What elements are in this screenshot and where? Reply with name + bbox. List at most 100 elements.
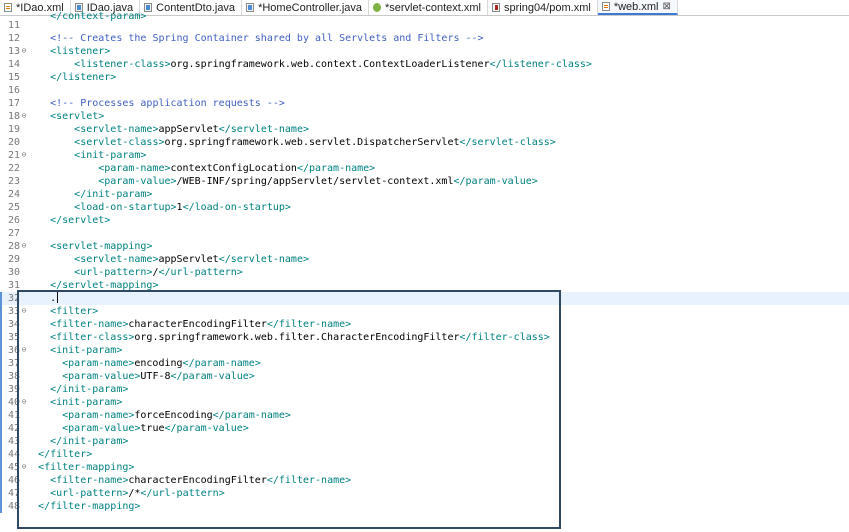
code-line[interactable]: 18 ⊖ <servlet>: [0, 110, 849, 123]
line-code: <param-name>encoding</param-name>: [26, 357, 261, 370]
line-number: 15: [7, 72, 20, 83]
code-line[interactable]: 33 ⊖ <filter>: [0, 305, 849, 318]
code-text: /WEB-INF/spring/appServlet/servlet-conte…: [176, 176, 454, 187]
code-line[interactable]: 29 <servlet-name>appServlet</servlet-nam…: [0, 253, 849, 266]
code-line[interactable]: 28 ⊖ <servlet-mapping>: [0, 240, 849, 253]
line-code: <url-pattern>/*</url-pattern>: [26, 487, 225, 500]
change-marker: [0, 435, 2, 448]
line-code: <filter-name>characterEncodingFilter</fi…: [26, 318, 351, 331]
code-line[interactable]: 38 <param-value>UTF-8</param-value>: [0, 370, 849, 383]
code-line[interactable]: 42 <param-value>true</param-value>: [0, 422, 849, 435]
xml-tag: </param-value>: [164, 423, 249, 434]
xml-tag: </listener-class>: [489, 59, 592, 70]
code-line[interactable]: 24 </init-param>: [0, 188, 849, 201]
code-line[interactable]: 14 <listener-class>org.springframework.w…: [0, 58, 849, 71]
line-number: 43: [7, 436, 20, 447]
line-code: <servlet>: [26, 110, 104, 123]
code-line[interactable]: 12 <!-- Creates the Spring Container sha…: [0, 32, 849, 45]
code-line[interactable]: 17 <!-- Processes application requests -…: [0, 97, 849, 110]
line-number: 34: [7, 319, 20, 330]
code-text: encoding: [134, 358, 183, 369]
line-number: 47: [7, 488, 20, 499]
xml-tag: <url-pattern>: [50, 488, 129, 499]
xml-tag: <filter-name>: [50, 475, 129, 486]
line-number: 12: [7, 33, 20, 44]
code-line[interactable]: 40 ⊖ <init-param>: [0, 396, 849, 409]
code-line[interactable]: 41 <param-name>forceEncoding</param-name…: [0, 409, 849, 422]
code-line[interactable]: 25 <load-on-startup>1</load-on-startup>: [0, 201, 849, 214]
line-number: 30: [7, 267, 20, 278]
change-marker: [0, 344, 2, 357]
code-line[interactable]: 22 <param-name>contextConfigLocation</pa…: [0, 162, 849, 175]
code-line[interactable]: 23 <param-value>/WEB-INF/spring/appServl…: [0, 175, 849, 188]
line-code: <param-name>forceEncoding</param-name>: [26, 409, 291, 422]
code-line[interactable]: 44 </filter>: [0, 448, 849, 461]
line-number: 44: [7, 449, 20, 460]
xml-tag: </param-name>: [182, 358, 261, 369]
code-line[interactable]: 13 ⊖ <listener>: [0, 45, 849, 58]
xml-tag: <servlet-name>: [74, 254, 159, 265]
code-line[interactable]: 37 <param-name>encoding</param-name>: [0, 357, 849, 370]
code-line[interactable]: 48 </filter-mapping>: [0, 500, 849, 513]
line-number: 11: [7, 20, 20, 31]
line-number: 31: [7, 280, 20, 291]
code-line[interactable]: 39 </init-param>: [0, 383, 849, 396]
code-line[interactable]: 21 ⊖ <init-param>: [0, 149, 849, 162]
code-line[interactable]: 31 </servlet-mapping>: [0, 279, 849, 292]
code-text: /*: [128, 488, 141, 499]
line-number: 13: [7, 46, 20, 57]
xml-tag: </load-on-startup>: [182, 202, 291, 213]
code-line[interactable]: 34 <filter-name>characterEncodingFilter<…: [0, 318, 849, 331]
line-code: <filter-mapping>: [26, 461, 134, 474]
code-text: UTF-8: [140, 371, 171, 382]
code-line[interactable]: 11: [0, 19, 849, 32]
line-number: 35: [7, 332, 20, 343]
code-line[interactable]: 30 <url-pattern>/</url-pattern>: [0, 266, 849, 279]
change-marker: [0, 370, 2, 383]
code-line[interactable]: 36 ⊖ <init-param>: [0, 344, 849, 357]
xml-tag: <listener-class>: [74, 59, 171, 70]
line-code: <init-param>: [26, 149, 146, 162]
xml-tag: </servlet-mapping>: [50, 280, 159, 291]
xml-tag: <servlet-mapping>: [50, 241, 153, 252]
code-line[interactable]: 47 <url-pattern>/*</url-pattern>: [0, 487, 849, 500]
xml-tag: <init-param>: [50, 345, 123, 356]
code-editor[interactable]: </context-param> 11 12 <!-- Creates the S…: [0, 11, 849, 532]
code-line[interactable]: 20 <servlet-class>org.springframework.we…: [0, 136, 849, 149]
line-number: 40: [7, 397, 20, 408]
code-line[interactable]: 43 </init-param>: [0, 435, 849, 448]
code-text: true: [140, 423, 165, 434]
xml-tag: </filter-class>: [459, 332, 550, 343]
code-line[interactable]: 32 .: [0, 292, 849, 305]
code-line[interactable]: 27: [0, 227, 849, 240]
code-line[interactable]: 35 <filter-class>org.springframework.web…: [0, 331, 849, 344]
code-text: org.springframework.web.context.ContextL…: [170, 59, 490, 70]
code-line[interactable]: 15 </listener>: [0, 71, 849, 84]
xml-tag: </filter>: [38, 449, 93, 460]
code-line[interactable]: 46 <filter-name>characterEncodingFilter<…: [0, 474, 849, 487]
line-code: <filter>: [26, 305, 98, 318]
xml-tag: <servlet-name>: [74, 124, 159, 135]
code-line[interactable]: 26 </servlet>: [0, 214, 849, 227]
xml-tag: </filter-mapping>: [38, 501, 141, 512]
code-line[interactable]: 16: [0, 84, 849, 97]
change-marker: [0, 461, 2, 474]
line-code: <load-on-startup>1</load-on-startup>: [26, 201, 291, 214]
code-line[interactable]: 45 ⊖ <filter-mapping>: [0, 461, 849, 474]
line-number: 22: [7, 163, 20, 174]
code-line[interactable]: 19 <servlet-name>appServlet</servlet-nam…: [0, 123, 849, 136]
code-text: characterEncodingFilter: [128, 475, 267, 486]
xml-comment: <!-- Creates the Spring Container shared…: [50, 33, 484, 44]
